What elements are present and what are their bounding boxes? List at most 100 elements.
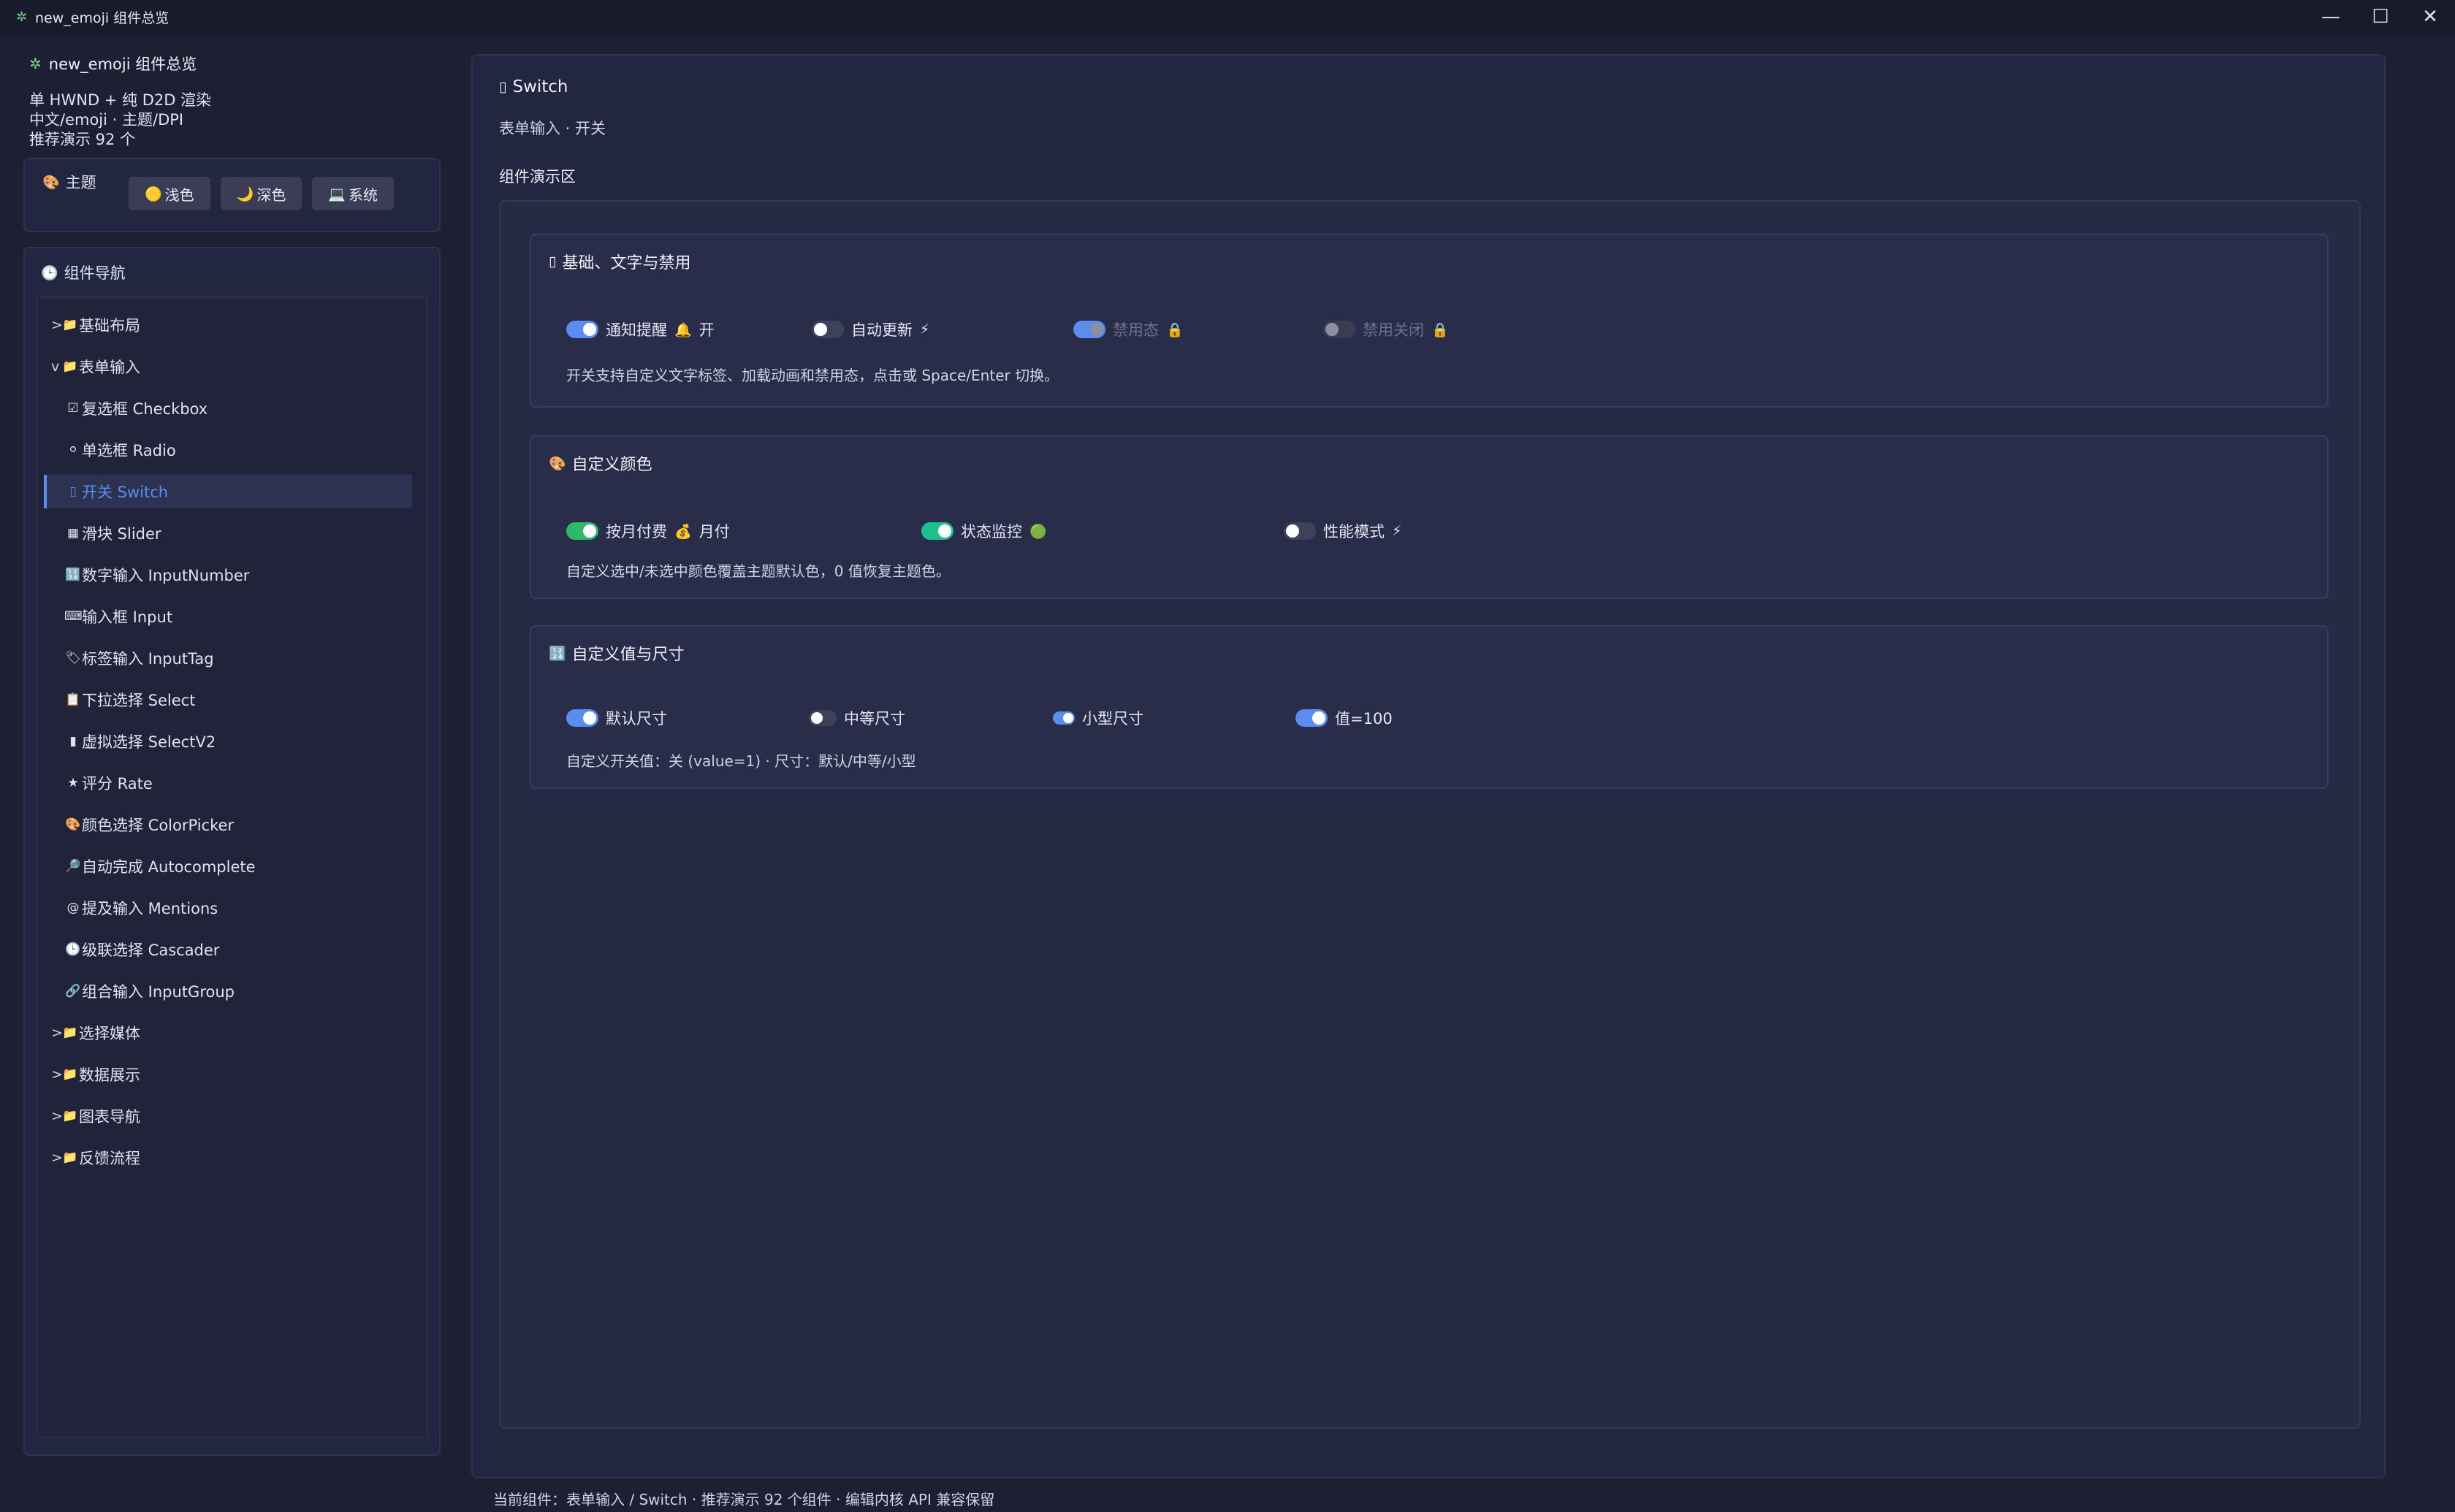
nav-item-label: 数字输入 InputNumber [82,567,250,584]
nav-item-label: 虚拟选择 SelectV2 [82,733,216,751]
switch-item: 禁用关闭 🔒 [1323,317,1449,342]
nav-item-label: 自动完成 Autocomplete [82,858,256,876]
nav-item[interactable]: ⚪ 单选框 Radio [38,433,426,467]
component-icon: 🎨 [65,817,81,832]
nav-item[interactable]: > 📁 选择媒体 [38,1016,426,1050]
lightning-icon: ⚡ [920,321,930,337]
toggle-switch[interactable] [812,321,844,338]
switch-icon: ▯ [549,253,557,270]
toggle-switch[interactable] [566,709,598,727]
nav-item[interactable]: @ 提及输入 Mentions [38,891,426,925]
nav-item[interactable]: ★ 评分 Rate [38,766,426,800]
collapsed-arrow-icon[interactable]: > [51,1066,63,1083]
nav-item-label: 评分 Rate [82,775,153,793]
toggle-switch [1323,321,1355,338]
theme-button-group: 🟡 浅色 🌙 深色 💻 系统 [129,177,395,210]
nav-item[interactable]: v 📁 表单输入 [38,350,426,383]
switch-knob [814,323,827,336]
nav-item-label: 提及输入 Mentions [82,900,218,917]
toggle-switch[interactable] [1284,522,1316,540]
theme-label: 主题 [65,174,96,191]
component-icon: ▮ [69,734,77,749]
toggle-switch[interactable] [809,710,837,726]
switch-knob [583,711,596,725]
collapsed-arrow-icon[interactable]: > [51,1025,63,1041]
toggle-switch [1073,321,1105,338]
toggle-switch[interactable] [1295,709,1328,727]
switch-item[interactable]: 性能模式 ⚡ [1284,519,1401,543]
switch-label: 状态监控 [961,523,1022,541]
component-icon: ▯ [69,484,77,499]
laptop-icon: 💻 [328,186,346,202]
switch-item[interactable]: 通知提醒 🔔 开 [566,317,715,342]
switch-item: 禁用态 🔒 [1073,317,1184,342]
switch-row: 默认尺寸 中等尺寸 小型尺寸 值=100 [566,706,2305,730]
theme-panel: 🎨 主题 🟡 浅色 🌙 深色 💻 系统 [23,158,441,232]
nav-tree[interactable]: > 📁 基础布局 v 📁 表单输入 ☑ 复选框 Checkbox ⚪ 单选框 Radio ▯ 开关 S… [37,297,427,1438]
switch-label: 禁用态 [1113,321,1159,339]
bell-icon: 🔔 [674,321,692,338]
switch-item[interactable]: 状态监控 🟢 [921,519,1047,543]
nav-item[interactable]: 🔗 组合输入 InputGroup [38,974,426,1008]
card-title-row: ▯ 基础、文字与禁用 [549,250,690,273]
folder-icon: 📁 [62,1150,78,1165]
nav-item[interactable]: ☑ 复选框 Checkbox [38,392,426,425]
nav-item-active[interactable]: ▯ 开关 Switch [44,475,412,508]
minimize-button[interactable]: — [2306,0,2356,34]
switch-item[interactable]: 默认尺寸 [566,706,667,730]
nav-item-label: 滑块 Slider [82,525,161,543]
nav-item[interactable]: 📋 下拉选择 Select [38,683,426,717]
component-icon: 🔗 [65,984,81,999]
nav-item-label: 数据展示 [79,1066,140,1084]
component-icon: @ [66,901,80,915]
nav-item[interactable]: > 📁 基础布局 [38,308,426,342]
switch-icon: ▯ [499,79,507,95]
theme-button-label: 浅色 [164,186,194,204]
nav-item[interactable]: 🔢 数字输入 InputNumber [38,558,426,592]
collapsed-arrow-icon[interactable]: > [51,1150,63,1166]
switch-item[interactable]: 小型尺寸 [1053,706,1143,730]
status-bar: 当前组件：表单输入 / Switch · 推荐演示 92 个组件 · 编辑内核 … [493,1491,995,1508]
nav-item[interactable]: > 📁 图表导航 [38,1099,426,1133]
switch-item[interactable]: 中等尺寸 [809,706,905,730]
toggle-switch[interactable] [566,522,598,540]
toggle-switch[interactable] [921,522,954,540]
title-bar: ✲ new_emoji 组件总览 — ☐ ✕ [0,0,2455,34]
theme-dark-button[interactable]: 🌙 深色 [220,177,302,210]
nav-item[interactable]: ⌨ 输入框 Input [38,600,426,633]
collapsed-arrow-icon[interactable]: > [51,317,63,333]
switch-knob [583,524,596,538]
toggle-switch[interactable] [566,321,598,338]
nav-item[interactable]: 🕒 级联选择 Cascader [38,933,426,966]
switch-item[interactable]: 值=100 [1295,706,1393,730]
window-title: new_emoji 组件总览 [35,9,170,26]
nav-item[interactable]: 🏷 标签输入 InputTag [38,641,426,675]
collapsed-arrow-icon[interactable]: > [51,1108,63,1124]
nav-item-label: 标签输入 InputTag [82,650,214,668]
demo-area-label: 组件演示区 [499,168,576,186]
theme-system-button[interactable]: 💻 系统 [312,177,395,210]
nav-item[interactable]: > 📁 数据展示 [38,1058,426,1091]
page-subtitle: 表单输入 · 开关 [499,120,606,137]
green-dot-icon: 🟢 [1029,523,1047,540]
close-button[interactable]: ✕ [2405,0,2455,34]
component-icon: 🔎 [65,859,81,874]
theme-light-button[interactable]: 🟡 浅色 [129,177,210,210]
demo-card: 🔢 自定义值与尺寸 默认尺寸 中等尺寸 小型尺寸 值=100 自定义开关值：关 (value… [530,625,2329,789]
nav-item[interactable]: ▮ 虚拟选择 SelectV2 [38,725,426,758]
switch-item[interactable]: 按月付费 💰 月付 [566,519,730,543]
nav-item-label: 输入框 Input [82,608,173,626]
switch-knob [583,323,596,336]
nav-item[interactable]: > 📁 反馈流程 [38,1141,426,1175]
demo-card: 🎨 自定义颜色 按月付费 💰 月付 状态监控 🟢 性能模式 ⚡ 自定义选中/未选中颜色覆盖主题默认… [530,435,2329,599]
maximize-button[interactable]: ☐ [2356,0,2405,34]
nav-title-row: 🕒 组件导航 [41,261,126,283]
toggle-switch[interactable] [1053,711,1075,725]
switch-item[interactable]: 自动更新 ⚡ [812,317,929,342]
nav-item[interactable]: ▦ 滑块 Slider [38,516,426,550]
demo-card: ▯ 基础、文字与禁用 通知提醒 🔔 开 自动更新 ⚡ 禁用态 🔒 禁用关闭 🔒 开关支持自定义文字标签… [530,234,2329,408]
expanded-arrow-icon[interactable]: v [51,359,61,375]
nav-item[interactable]: 🎨 颜色选择 ColorPicker [38,808,426,841]
theme-label-row: 🎨 主题 [42,171,96,193]
nav-item[interactable]: 🔎 自动完成 Autocomplete [38,849,426,883]
